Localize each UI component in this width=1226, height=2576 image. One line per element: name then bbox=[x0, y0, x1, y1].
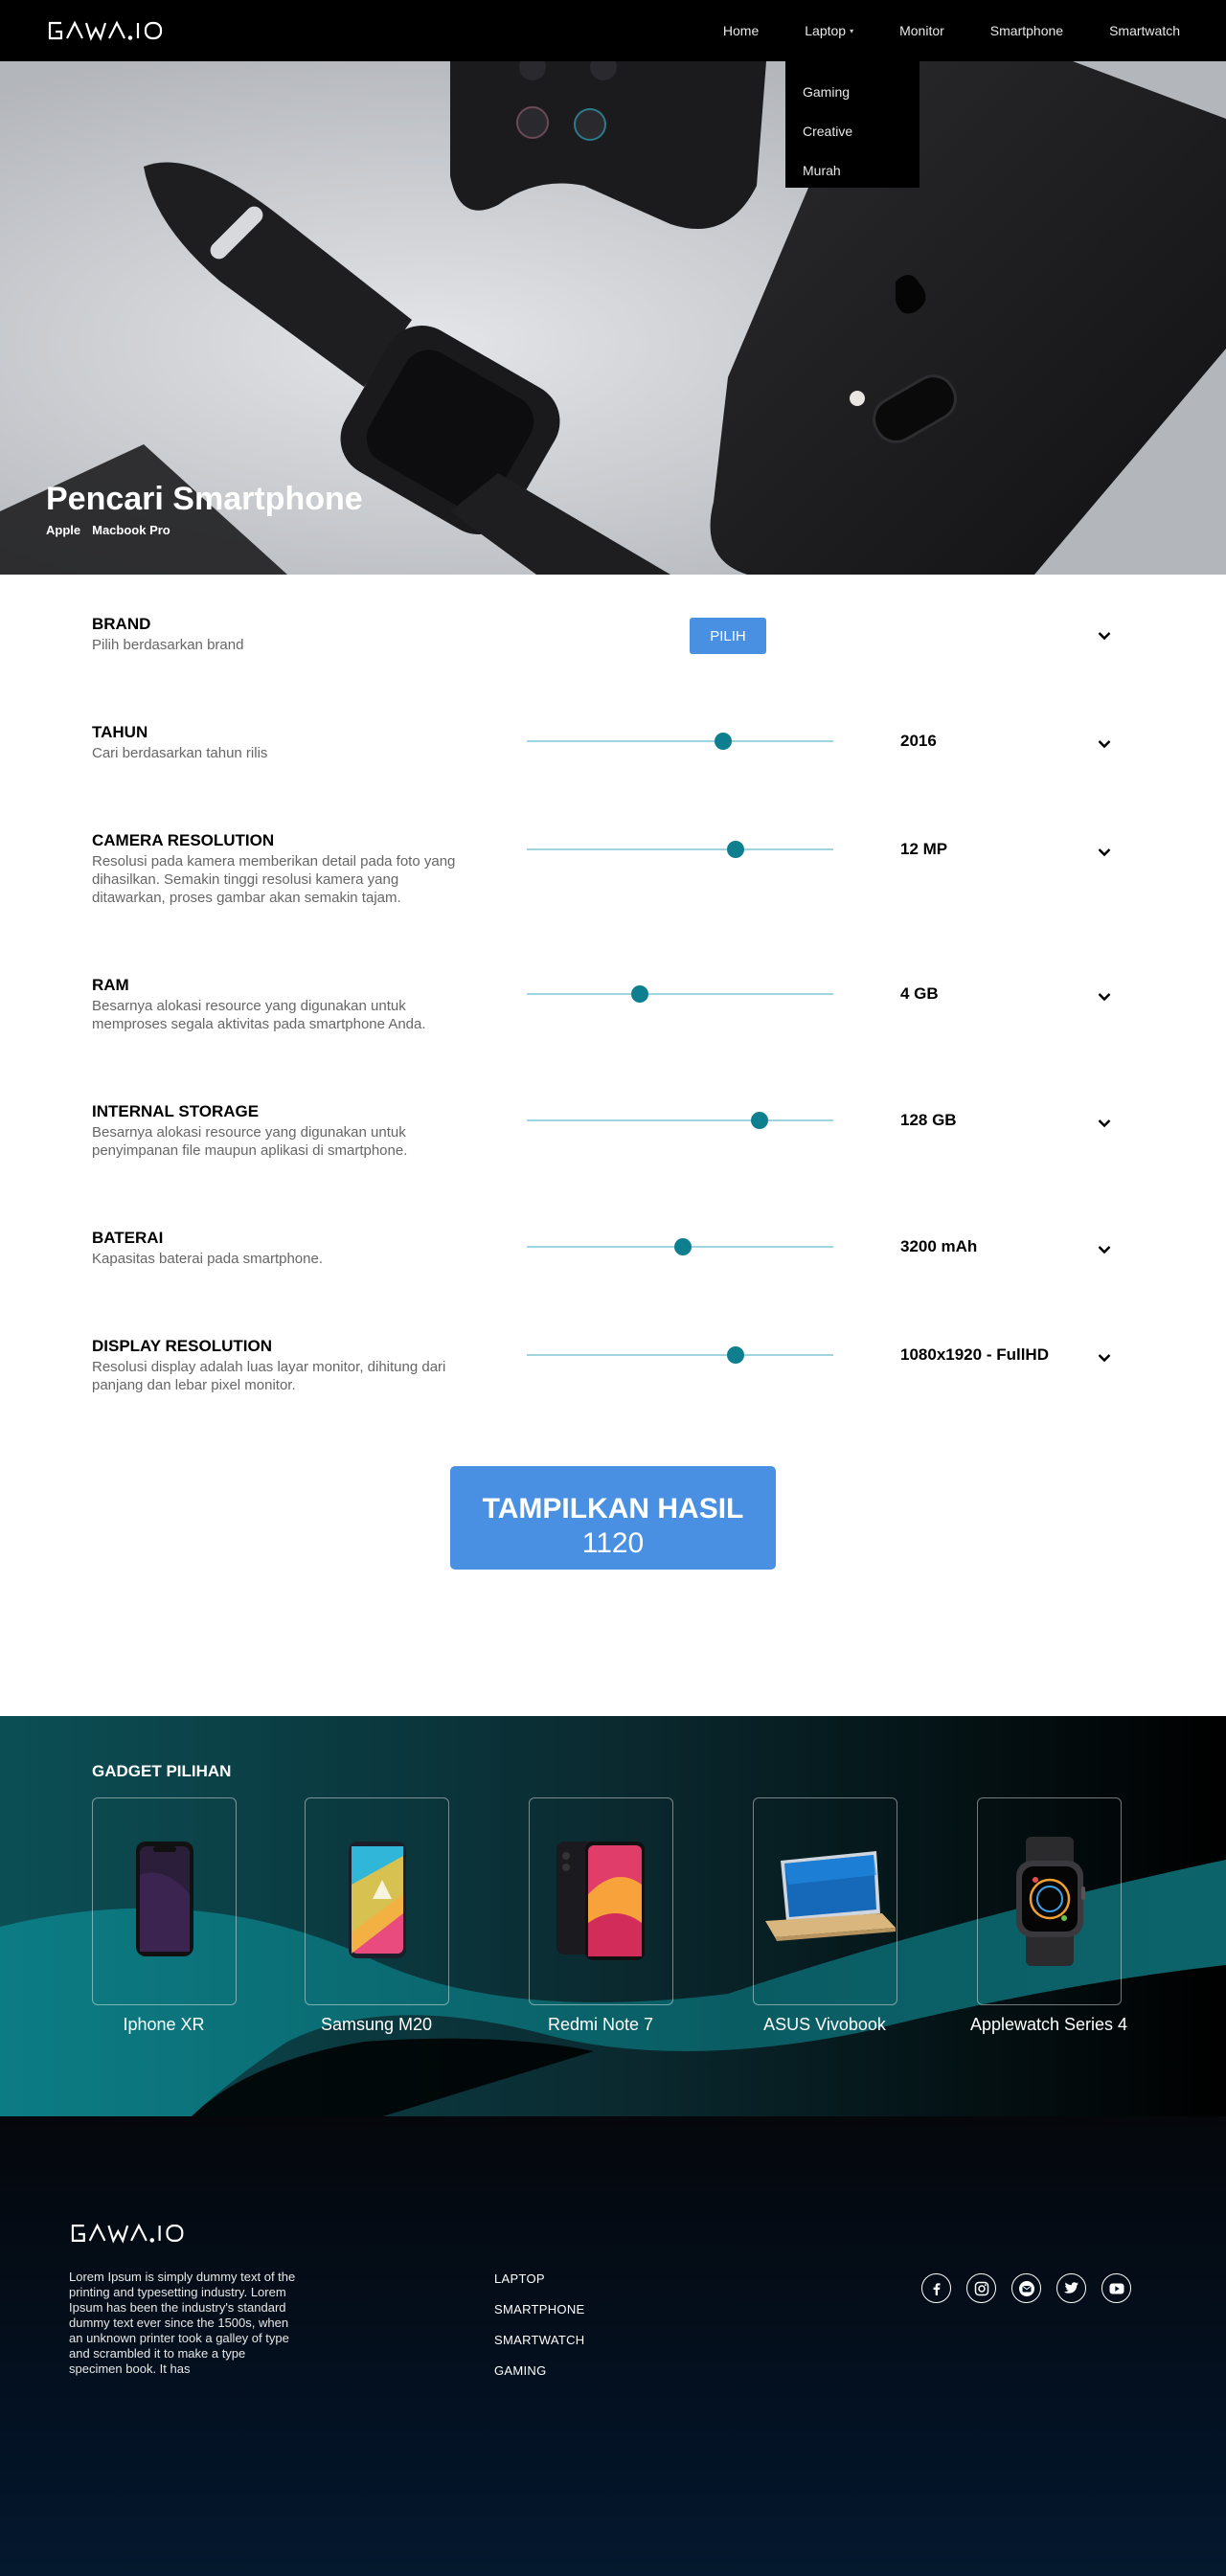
filter-value: 12 MP bbox=[900, 840, 948, 858]
gadget-card-asus-vivobook[interactable] bbox=[753, 1797, 897, 2005]
gadget-name[interactable]: Redmi Note 7 bbox=[486, 2015, 715, 2035]
chevron-down-icon: ▾ bbox=[850, 26, 854, 35]
gadget-image bbox=[349, 1842, 406, 1958]
filter-row-brand: BRAND Pilih berdasarkan brand PILIH bbox=[92, 615, 1134, 654]
slider-track bbox=[527, 1119, 833, 1121]
gadgets-title: GADGET PILIHAN bbox=[92, 1762, 232, 1780]
breadcrumb-item-macbook[interactable]: Macbook Pro bbox=[92, 523, 170, 537]
dropdown-item-murah[interactable]: Murah bbox=[785, 151, 920, 191]
gadget-card-redmi-note-7[interactable] bbox=[529, 1797, 673, 2005]
footer-about-text: Lorem Ipsum is simply dummy text of the … bbox=[69, 2270, 296, 2376]
footer-link-gaming[interactable]: GAMING bbox=[494, 2363, 585, 2394]
slider-track bbox=[527, 740, 833, 742]
gadget-image bbox=[136, 1842, 193, 1956]
twitter-icon[interactable] bbox=[1056, 2273, 1086, 2303]
filter-slider[interactable] bbox=[527, 1112, 833, 1129]
nav-smartphone[interactable]: Smartphone bbox=[967, 23, 1086, 38]
dropdown-item-gaming[interactable]: Gaming bbox=[785, 73, 920, 112]
pilih-brand-button[interactable]: PILIH bbox=[690, 618, 766, 654]
gadget-card-samsung-m20[interactable] bbox=[305, 1797, 449, 2005]
filter-description: Resolusi display adalah luas layar monit… bbox=[92, 1359, 446, 1393]
gadget-name[interactable]: ASUS Vivobook bbox=[710, 2015, 940, 2035]
nav-monitor[interactable]: Monitor bbox=[876, 23, 967, 38]
filter-slider[interactable] bbox=[527, 1238, 833, 1255]
filter-value: 128 GB bbox=[900, 1111, 957, 1129]
slider-track bbox=[527, 848, 833, 850]
slider-track bbox=[527, 1354, 833, 1356]
chevron-down-icon[interactable] bbox=[1098, 1350, 1111, 1363]
slider-track bbox=[527, 993, 833, 995]
facebook-icon[interactable] bbox=[921, 2273, 951, 2303]
gadget-image bbox=[1016, 1837, 1085, 1966]
gadget-name[interactable]: Applewatch Series 4 bbox=[934, 2015, 1164, 2035]
filter-slider[interactable] bbox=[527, 733, 833, 750]
chevron-down-icon[interactable] bbox=[1098, 1116, 1111, 1128]
gawai-logo[interactable] bbox=[46, 19, 180, 42]
breadcrumb: Apple Macbook Pro bbox=[46, 523, 170, 537]
filter-description: Kapasitas baterai pada smartphone. bbox=[92, 1251, 323, 1267]
footer-link-smartwatch[interactable]: SMARTWATCH bbox=[494, 2333, 585, 2363]
nav-home[interactable]: Home bbox=[700, 23, 782, 38]
gadget-card-iphone-xr[interactable] bbox=[92, 1797, 237, 2005]
slider-thumb[interactable] bbox=[631, 985, 649, 1003]
chevron-down-icon[interactable] bbox=[1098, 1242, 1111, 1254]
show-results-button[interactable]: TAMPILKAN HASIL 1120 bbox=[450, 1466, 776, 1570]
footer-logo[interactable] bbox=[69, 2222, 201, 2245]
filter-description: Cari berdasarkan tahun rilis bbox=[92, 745, 268, 761]
result-count: 1120 bbox=[581, 1527, 645, 1559]
filter-label: BRAND bbox=[92, 615, 151, 633]
gadget-name[interactable]: Iphone XR bbox=[49, 2015, 279, 2035]
footer: Lorem Ipsum is simply dummy text of the … bbox=[0, 2116, 1226, 2576]
social-links bbox=[921, 2273, 1131, 2303]
footer-link-smartphone[interactable]: SMARTPHONE bbox=[494, 2302, 585, 2333]
nav-smartwatch[interactable]: Smartwatch bbox=[1086, 23, 1180, 38]
filter-slider[interactable] bbox=[527, 841, 833, 858]
gadget-card-applewatch-series-4[interactable] bbox=[977, 1797, 1122, 2005]
instagram-icon[interactable] bbox=[966, 2273, 996, 2303]
youtube-icon[interactable] bbox=[1101, 2273, 1131, 2303]
gadget-image bbox=[556, 1842, 645, 1960]
featured-gadgets-section: GADGET PILIHAN Iphone XR Samsung M20 Redmi… bbox=[0, 1716, 1226, 2116]
filter-row-baterai: BATERAI Kapasitas baterai pada smartphone… bbox=[92, 1229, 1134, 1268]
breadcrumb-item-apple[interactable]: Apple bbox=[46, 523, 80, 537]
footer-link-laptop[interactable]: LAPTOP bbox=[494, 2271, 585, 2302]
mail-icon[interactable] bbox=[1011, 2273, 1041, 2303]
filter-value: 4 GB bbox=[900, 984, 939, 1003]
gadget-image bbox=[765, 1851, 896, 1941]
nav-laptop[interactable]: Laptop ▾ bbox=[782, 23, 876, 38]
slider-thumb[interactable] bbox=[726, 841, 744, 858]
chevron-down-icon[interactable] bbox=[1098, 989, 1111, 1002]
slider-thumb[interactable] bbox=[726, 1346, 744, 1364]
filter-value: 3200 mAh bbox=[900, 1237, 978, 1255]
hero-banner: Pencari Smartphone Apple Macbook Pro bbox=[0, 61, 1226, 575]
chevron-down-icon[interactable] bbox=[1098, 736, 1111, 749]
top-navbar: Home Laptop ▾ Monitor Smartphone Smartwat… bbox=[0, 0, 1226, 61]
chevron-down-icon[interactable] bbox=[1098, 628, 1111, 641]
filter-row-ram: RAM Besarnya alokasi resource yang diguna… bbox=[92, 976, 1134, 1033]
laptop-dropdown: Gaming Creative Murah bbox=[785, 61, 920, 188]
filter-row-display-resolution: DISPLAY RESOLUTION Resolusi display adala… bbox=[92, 1337, 1134, 1394]
filter-value: 1080x1920 - FullHD bbox=[900, 1345, 1049, 1364]
dropdown-item-creative[interactable]: Creative bbox=[785, 112, 920, 151]
filter-description: Resolusi pada kamera memberikan detail p… bbox=[92, 853, 456, 906]
slider-thumb[interactable] bbox=[674, 1238, 692, 1255]
slider-thumb[interactable] bbox=[714, 733, 732, 750]
filter-description: Besarnya alokasi resource yang digunakan… bbox=[92, 998, 426, 1032]
hero-title: Pencari Smartphone bbox=[46, 481, 363, 517]
filter-value: 2016 bbox=[900, 732, 937, 750]
footer-links: LAPTOP SMARTPHONE SMARTWATCH GAMING bbox=[494, 2271, 585, 2394]
gadget-name[interactable]: Samsung M20 bbox=[261, 2015, 491, 2035]
chevron-down-icon[interactable] bbox=[1098, 845, 1111, 857]
filter-slider[interactable] bbox=[527, 985, 833, 1003]
filter-row-tahun: TAHUN Cari berdasarkan tahun rilis 2016 bbox=[92, 723, 1134, 762]
nav-menu: Home Laptop ▾ Monitor Smartphone Smartwat… bbox=[700, 0, 1180, 61]
filter-description: Besarnya alokasi resource yang digunakan… bbox=[92, 1124, 408, 1159]
filter-description: Pilih berdasarkan brand bbox=[92, 637, 244, 653]
filter-row-camera-resolution: CAMERA RESOLUTION Resolusi pada kamera me… bbox=[92, 831, 1134, 907]
slider-thumb[interactable] bbox=[751, 1112, 769, 1129]
filter-slider[interactable] bbox=[527, 1346, 833, 1364]
filter-row-internal-storage: INTERNAL STORAGE Besarnya alokasi resourc… bbox=[92, 1102, 1134, 1160]
show-results-label: TAMPILKAN HASIL bbox=[482, 1493, 744, 1525]
